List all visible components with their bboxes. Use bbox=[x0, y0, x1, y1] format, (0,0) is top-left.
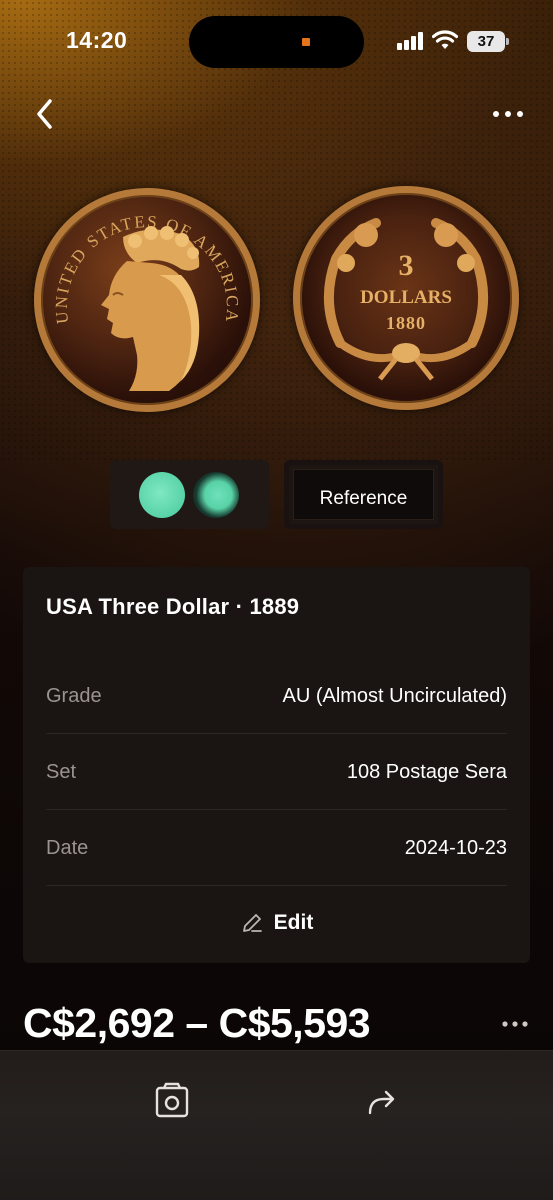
edit-button[interactable]: Edit bbox=[23, 911, 530, 941]
detail-label: Set bbox=[46, 761, 77, 783]
photo-thumbnail-obverse bbox=[139, 472, 185, 518]
reverse-denomination: DOLLARS bbox=[360, 287, 452, 308]
coin-obverse-art: UNITED STATES OF AMERICA bbox=[52, 212, 240, 391]
coin-details-card: USA Three Dollar · 1889 Grade AU (Almost… bbox=[23, 567, 530, 963]
coin-reverse-image[interactable]: 3 DOLLARS 1880 bbox=[293, 186, 519, 410]
detail-value: 2024-10-23 bbox=[404, 837, 507, 859]
photo-thumbnail-reverse bbox=[193, 472, 239, 518]
dynamic-island bbox=[189, 16, 364, 68]
chevron-left-icon[interactable] bbox=[30, 95, 64, 133]
reference-toggle[interactable]: Reference bbox=[284, 460, 443, 529]
detail-value: 108 Postage Sera bbox=[346, 761, 507, 783]
pencil-icon bbox=[242, 914, 262, 932]
reverse-value: 3 bbox=[399, 249, 414, 282]
share-arrow-icon[interactable] bbox=[362, 1081, 402, 1121]
photo-frame-icon[interactable] bbox=[152, 1081, 192, 1121]
battery-indicator: 37 bbox=[467, 31, 509, 52]
wifi-icon bbox=[432, 30, 458, 49]
ellipsis-icon[interactable] bbox=[500, 1014, 530, 1034]
price-range: C$2,692 – C$5,593 bbox=[23, 1000, 371, 1046]
coin-reverse-art: 3 DOLLARS 1880 bbox=[323, 218, 489, 381]
detail-label: Date bbox=[46, 837, 89, 859]
detail-row-grade: Grade AU (Almost Uncirculated) bbox=[46, 658, 507, 734]
ellipsis-icon[interactable] bbox=[490, 100, 526, 128]
reference-label: Reference bbox=[319, 488, 408, 509]
coin-obverse-image[interactable]: UNITED STATES OF AMERICA bbox=[34, 188, 260, 412]
detail-row-set: Set 108 Postage Sera bbox=[46, 734, 507, 810]
detail-label: Grade bbox=[46, 685, 102, 707]
edit-label: Edit bbox=[273, 911, 314, 934]
bottom-action-bar bbox=[0, 1050, 553, 1200]
my-photos-toggle[interactable] bbox=[110, 460, 269, 529]
detail-row-date: Date 2024-10-23 bbox=[46, 810, 507, 886]
cellular-signal-icon bbox=[397, 32, 425, 50]
detail-value: AU (Almost Uncirculated) bbox=[282, 685, 507, 707]
coin-title: USA Three Dollar · 1889 bbox=[46, 594, 300, 619]
recording-indicator bbox=[302, 38, 310, 46]
reverse-year: 1880 bbox=[386, 313, 426, 333]
status-time: 14:20 bbox=[66, 27, 128, 53]
status-bar: 14:20 37 bbox=[0, 0, 553, 80]
